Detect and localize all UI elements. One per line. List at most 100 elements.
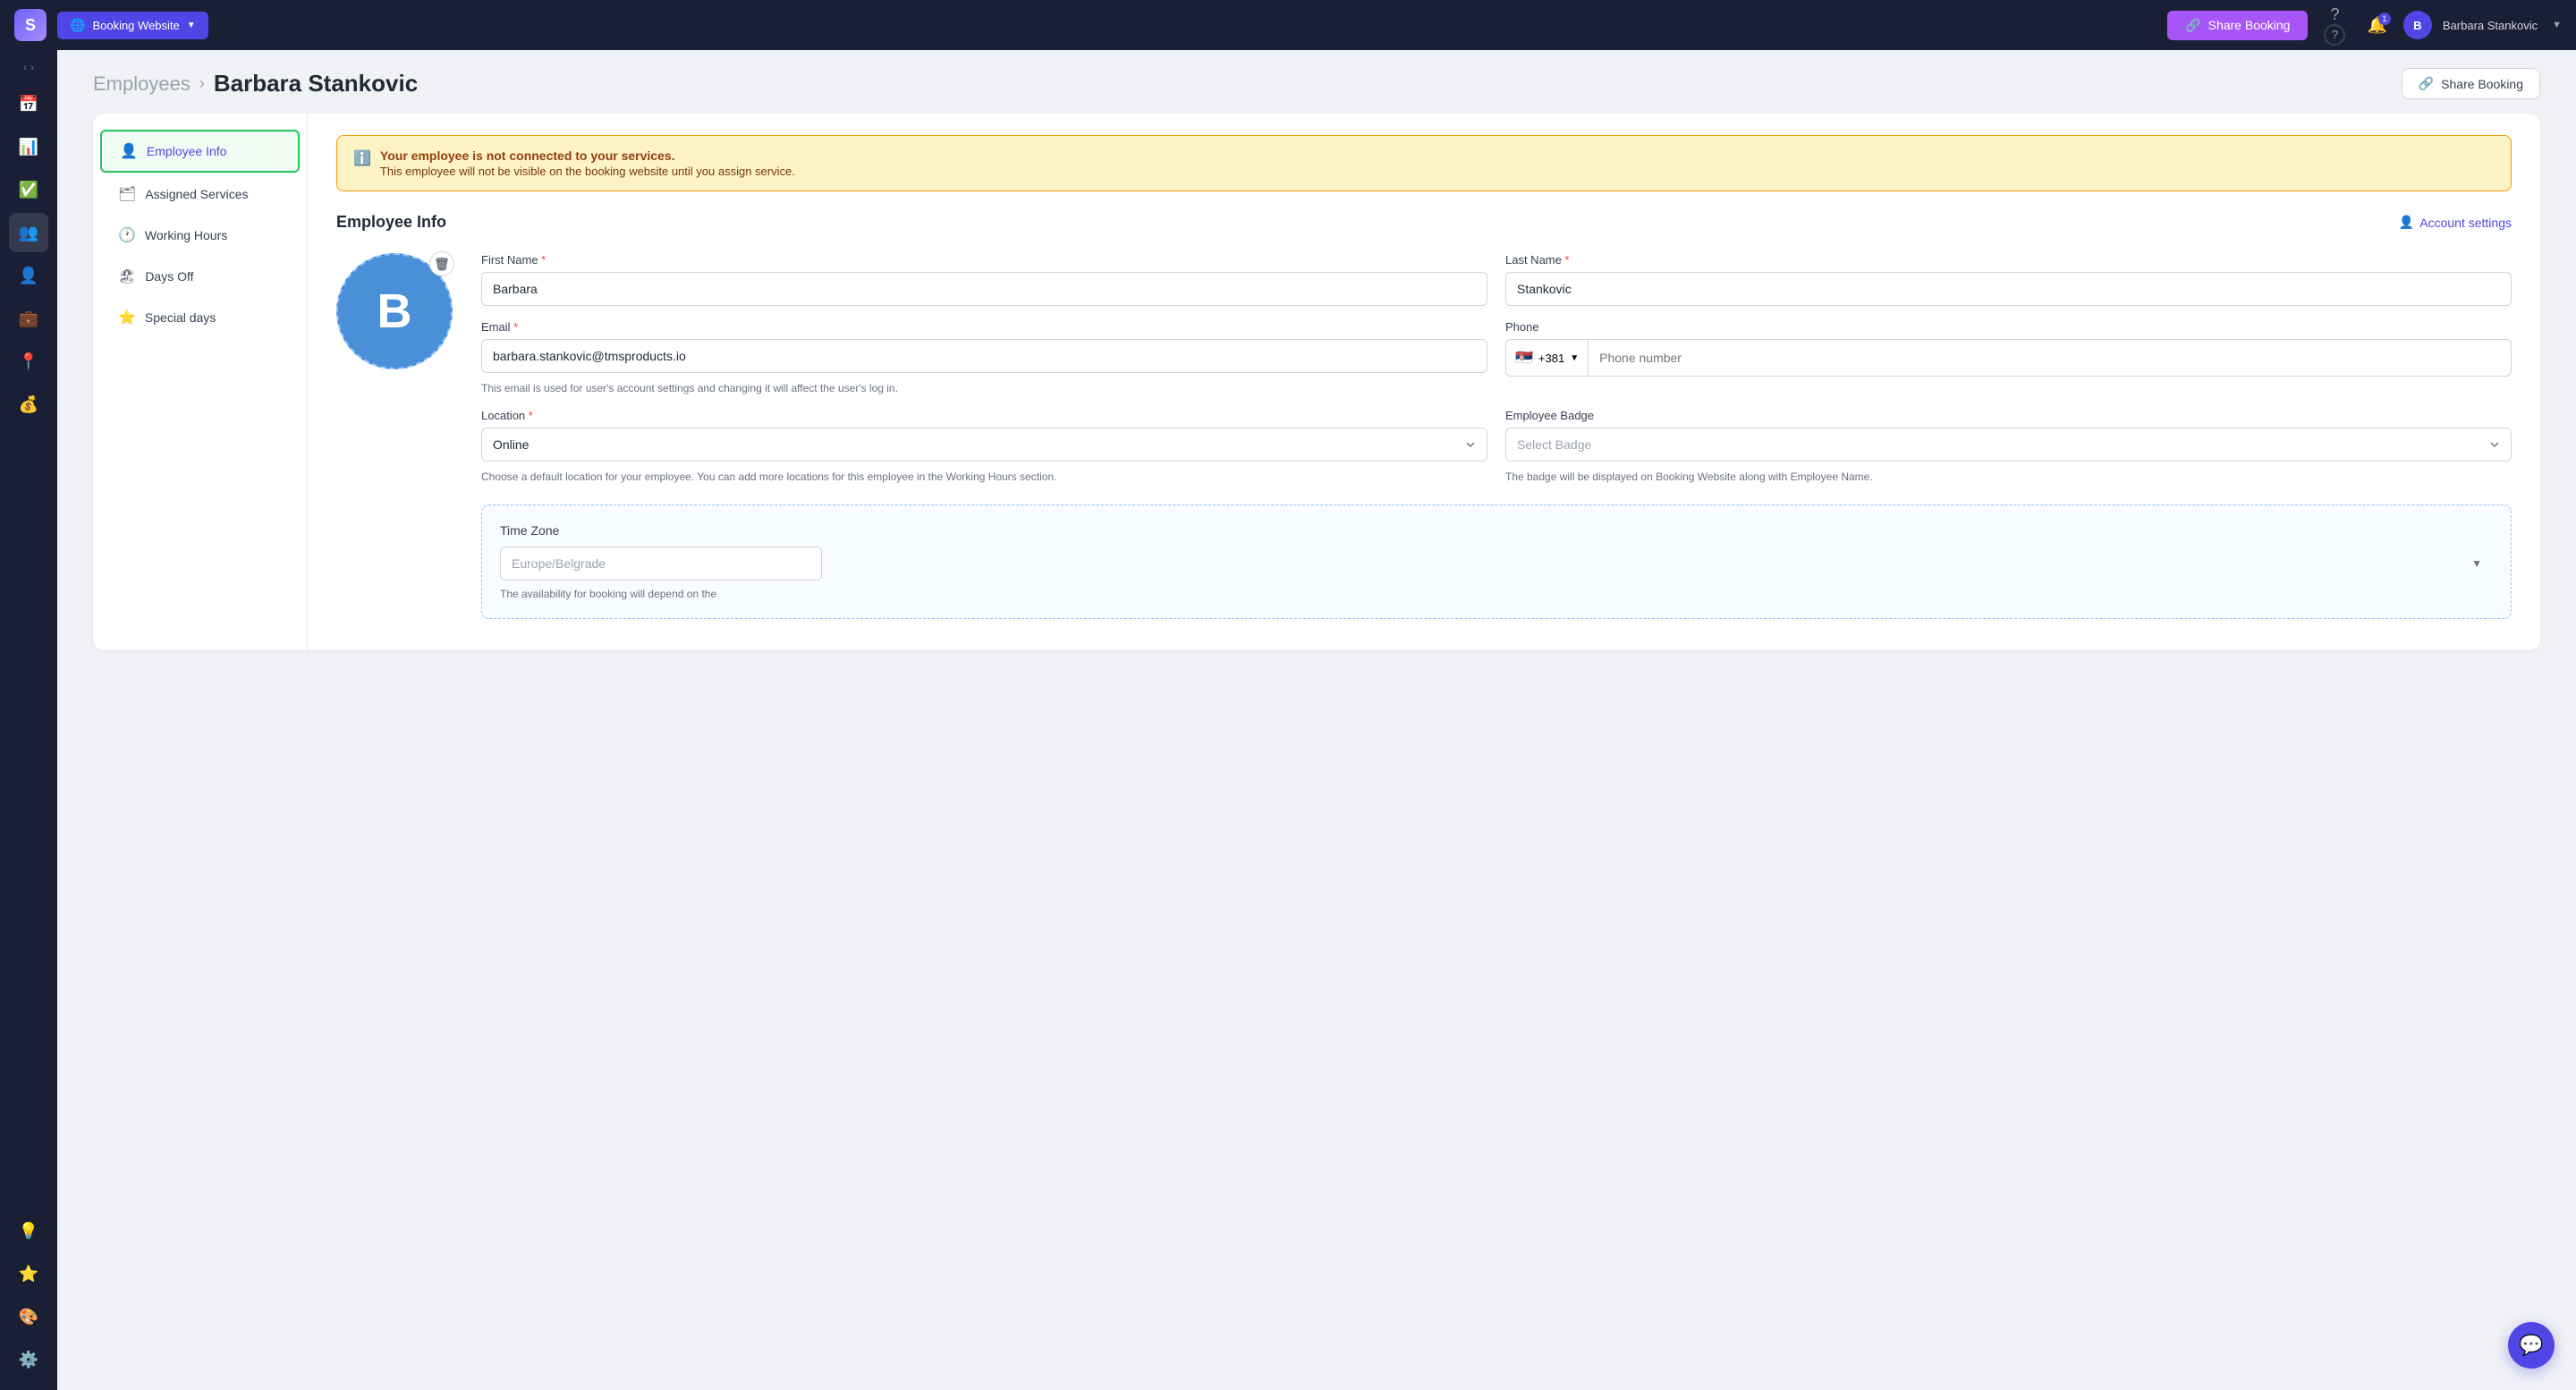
menu-item-employee-info[interactable]: 👤 Employee Info [100, 130, 300, 173]
menu-item-working-hours[interactable]: 🕐 Working Hours [100, 216, 300, 255]
location-group: Location * Online Choose a default locat… [481, 409, 1487, 483]
first-name-input[interactable] [481, 272, 1487, 306]
phone-group: Phone 🇷🇸 +381 ▼ [1505, 320, 2512, 394]
sidebar-item-tasks[interactable]: ✅ [9, 170, 48, 209]
sidebar-item-settings[interactable]: ⚙️ [9, 1340, 48, 1379]
warning-subtitle: This employee will not be visible on the… [380, 165, 795, 178]
employee-badge-label: Employee Badge [1505, 409, 2512, 422]
chat-icon: 💬 [2519, 1334, 2543, 1357]
location-badge-row: Location * Online Choose a default locat… [481, 409, 2512, 483]
sidebar-item-location[interactable]: 📍 [9, 342, 48, 381]
location-hint: Choose a default location for your emplo… [481, 470, 1487, 483]
badge-select[interactable]: Select Badge [1505, 428, 2512, 462]
avatar-letter: B [377, 284, 412, 339]
first-name-label: First Name * [481, 253, 1487, 267]
share-icon: 🔗 [2185, 18, 2200, 33]
globe-icon: 🌐 [70, 18, 85, 33]
account-settings-label: Account settings [2419, 216, 2512, 230]
timezone-select[interactable]: Europe/Belgrade [500, 547, 822, 581]
days-off-icon: 🏖 [118, 267, 136, 285]
employee-info-icon: 👤 [120, 142, 138, 160]
share-booking-nav-button[interactable]: 🔗 Share Booking [2167, 11, 2308, 40]
share-booking-nav-label: Share Booking [2208, 18, 2291, 32]
warning-icon: ℹ️ [353, 149, 371, 167]
location-select[interactable]: Online [481, 428, 1487, 462]
first-name-group: First Name * [481, 253, 1487, 306]
nav-arrow-right[interactable]: › [30, 61, 34, 73]
main-layout: ‹ › 📅 📊 ✅ 👥 👤 💼 📍 💰 💡 ⭐ 🎨 ⚙️ Employees ›… [0, 50, 2576, 1390]
employee-avatar[interactable]: B 🗑 [336, 253, 453, 369]
notification-badge: 1 [2378, 13, 2391, 25]
timezone-select-wrapper: Europe/Belgrade ▼ [500, 547, 2493, 581]
location-select-wrapper: Online [481, 428, 1487, 462]
account-settings-link[interactable]: 👤 Account settings [2399, 215, 2512, 230]
assigned-services-icon: 🗂 [118, 185, 136, 203]
avatar-delete-button[interactable]: 🗑 [429, 251, 454, 276]
phone-country-code: +381 [1538, 352, 1564, 365]
menu-item-working-hours-label: Working Hours [145, 228, 227, 242]
email-group: Email * This email is used for user's ac… [481, 320, 1487, 394]
timezone-hint: The availability for booking will depend… [500, 588, 2493, 600]
menu-item-employee-info-label: Employee Info [147, 144, 227, 158]
user-menu-chevron[interactable]: ▼ [2552, 20, 2562, 30]
working-hours-icon: 🕐 [118, 226, 136, 244]
menu-item-special-days-label: Special days [145, 310, 216, 325]
left-sidebar: ‹ › 📅 📊 ✅ 👥 👤 💼 📍 💰 💡 ⭐ 🎨 ⚙️ [0, 50, 57, 1390]
email-input[interactable] [481, 339, 1487, 373]
breadcrumb-parent[interactable]: Employees [93, 72, 191, 96]
name-row: First Name * Last Name * [481, 253, 2512, 306]
sidebar-item-star[interactable]: ⭐ [9, 1254, 48, 1293]
last-name-input[interactable] [1505, 272, 2512, 306]
notifications-button[interactable]: 🔔 1 [2361, 11, 2392, 40]
badge-select-wrapper: Select Badge [1505, 428, 2512, 462]
last-name-group: Last Name * [1505, 253, 2512, 306]
sidebar-item-dashboard[interactable]: 📊 [9, 127, 48, 166]
contact-row: Email * This email is used for user's ac… [481, 320, 2512, 394]
location-label: Location * [481, 409, 1487, 422]
last-name-label: Last Name * [1505, 253, 2512, 267]
share-booking-page-button[interactable]: 🔗 Share Booking [2402, 68, 2540, 99]
section-title: Employee Info [336, 213, 446, 232]
top-nav: S 🌐 Booking Website ▼ 🔗 Share Booking ? … [0, 0, 2576, 50]
sidebar-item-employees[interactable]: 👥 [9, 213, 48, 252]
menu-item-special-days[interactable]: ⭐ Special days [100, 298, 300, 337]
warning-banner: ℹ️ Your employee is not connected to you… [336, 135, 2512, 191]
sidebar-item-palette[interactable]: 🎨 [9, 1297, 48, 1336]
share-icon-page: 🔗 [2419, 76, 2434, 91]
sidebar-item-bulb[interactable]: 💡 [9, 1211, 48, 1250]
chat-fab-button[interactable]: 💬 [2508, 1322, 2555, 1369]
menu-item-days-off-label: Days Off [145, 269, 193, 284]
sidebar-item-finance[interactable]: 💰 [9, 385, 48, 424]
form-fields: First Name * Last Name * [481, 253, 2512, 619]
booking-website-button[interactable]: 🌐 Booking Website ▼ [57, 12, 208, 39]
breadcrumb: Employees › Barbara Stankovic [93, 70, 418, 97]
phone-country-selector[interactable]: 🇷🇸 +381 ▼ [1505, 339, 1588, 377]
timezone-chevron-icon: ▼ [2471, 557, 2482, 570]
sidebar-item-contacts[interactable]: 👤 [9, 256, 48, 295]
main-content: ℹ️ Your employee is not connected to you… [308, 114, 2540, 650]
avatar-section: B 🗑 [336, 253, 453, 369]
phone-input[interactable] [1588, 339, 2512, 377]
flag-icon: 🇷🇸 [1515, 349, 1533, 367]
email-hint: This email is used for user's account se… [481, 382, 1487, 394]
phone-chevron-icon: ▼ [1570, 353, 1579, 363]
nav-arrow-left[interactable]: ‹ [23, 61, 27, 73]
warning-title: Your employee is not connected to your s… [380, 148, 795, 163]
menu-item-assigned-services[interactable]: 🗂 Assigned Services [100, 174, 300, 214]
content-area: Employees › Barbara Stankovic 🔗 Share Bo… [57, 50, 2576, 1390]
phone-label: Phone [1505, 320, 2512, 334]
sidebar-menu: 👤 Employee Info 🗂 Assigned Services 🕐 Wo… [93, 114, 308, 650]
help-icon: ? [2330, 5, 2339, 23]
menu-item-days-off[interactable]: 🏖 Days Off [100, 257, 300, 296]
sidebar-item-services[interactable]: 💼 [9, 299, 48, 338]
special-days-icon: ⭐ [118, 309, 136, 326]
employee-card: 👤 Employee Info 🗂 Assigned Services 🕐 Wo… [93, 114, 2540, 650]
phone-input-group: 🇷🇸 +381 ▼ [1505, 339, 2512, 377]
menu-item-assigned-services-label: Assigned Services [145, 187, 248, 201]
booking-website-label: Booking Website [92, 19, 179, 32]
help-button[interactable]: ? ? [2318, 0, 2351, 51]
share-booking-page-label: Share Booking [2441, 77, 2523, 91]
sidebar-item-calendar[interactable]: 📅 [9, 84, 48, 123]
timezone-section: Time Zone Europe/Belgrade ▼ The availabi… [481, 504, 2512, 619]
user-name-nav: Barbara Stankovic [2443, 19, 2538, 32]
